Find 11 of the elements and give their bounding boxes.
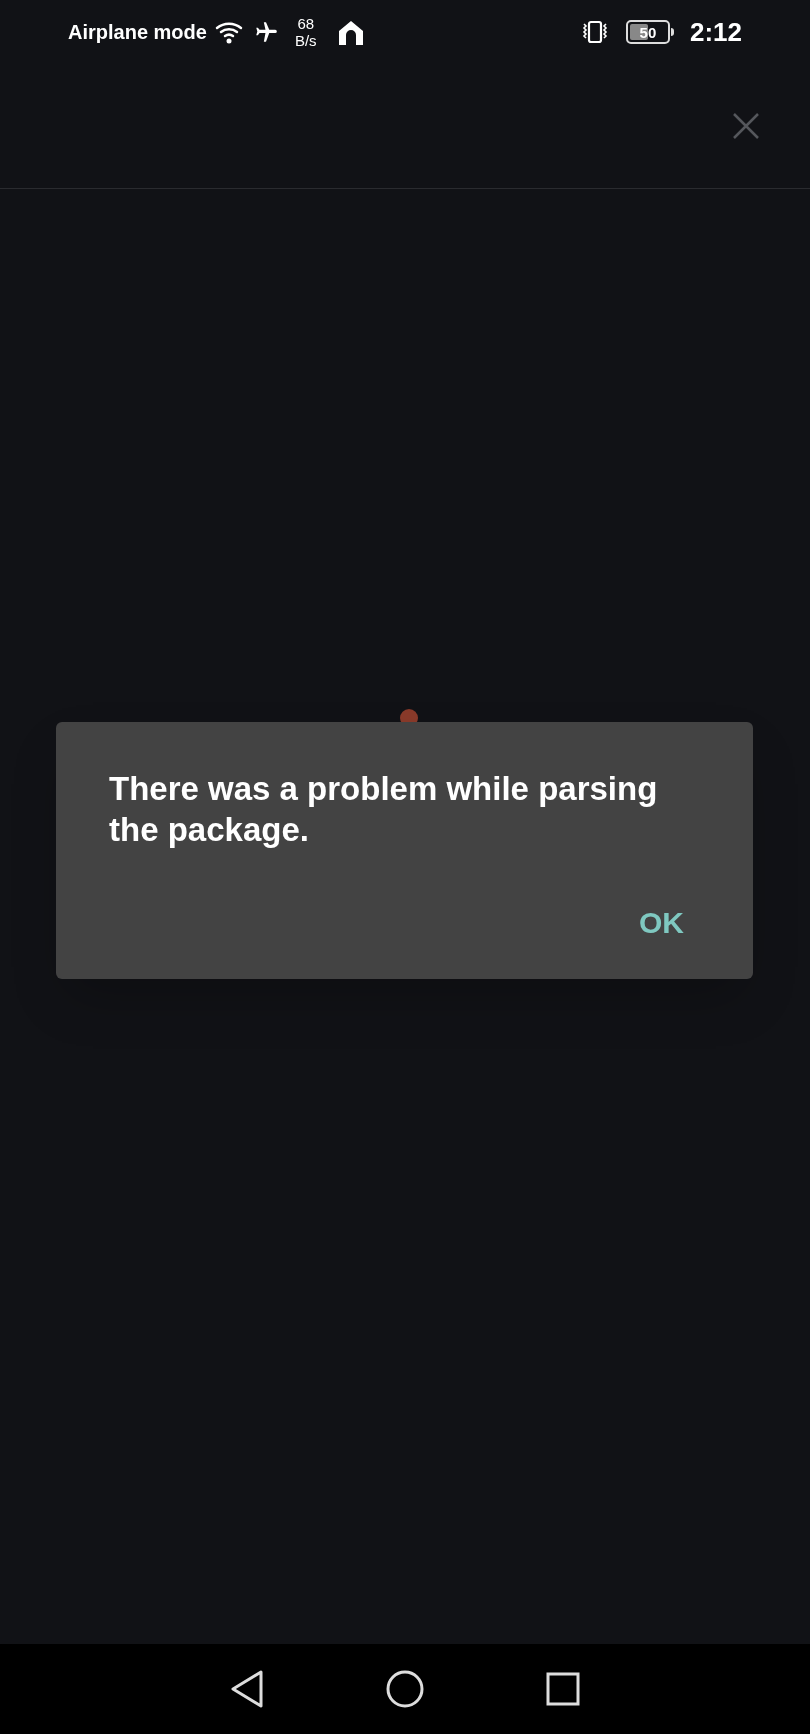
speed-unit: B/s [294,33,317,48]
status-text: Airplane mode [68,20,207,45]
close-icon[interactable] [732,112,760,140]
home-shape-icon [336,19,365,45]
back-icon[interactable] [229,1669,265,1709]
clock: 2:12 [689,15,742,49]
ok-button[interactable]: OK [639,900,684,945]
recents-icon[interactable] [545,1671,581,1707]
speed-value: 68 [297,16,315,31]
dialog-message: There was a problem while parsing the package. [109,769,659,850]
home-icon[interactable] [385,1669,425,1709]
